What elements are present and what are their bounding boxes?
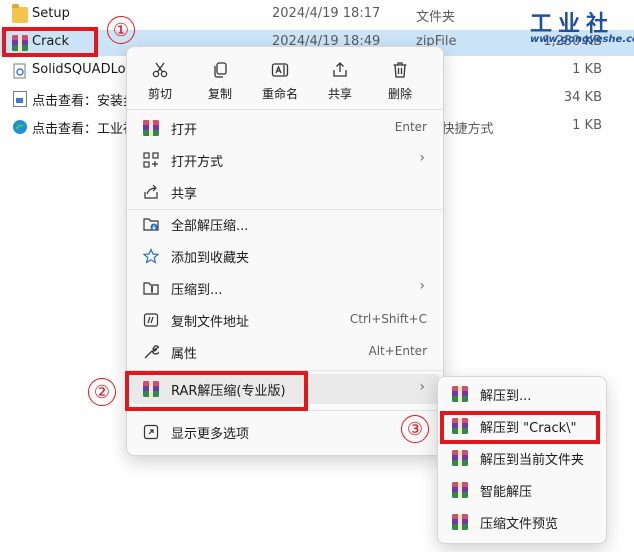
file-name: 点击查看：安装步 xyxy=(32,94,137,109)
rename-button[interactable]: 重命名 xyxy=(251,57,309,113)
rename-icon xyxy=(271,61,289,79)
cut-button[interactable]: 剪切 xyxy=(131,57,189,113)
share-button[interactable]: 共享 xyxy=(311,57,369,113)
menu-item-open[interactable]: 打开 Enter xyxy=(131,113,439,143)
winrar-icon xyxy=(452,482,468,498)
rar-submenu: 解压到... 解压到 "Crack\" 解压到当前文件夹 智能解压 压缩文件预览 xyxy=(437,376,607,544)
winrar-icon xyxy=(452,450,468,466)
highlight-box-extract-crack xyxy=(440,411,600,444)
folder-icon xyxy=(12,4,28,23)
edge-shortcut-icon xyxy=(12,119,28,135)
open-with-icon xyxy=(143,152,159,168)
chevron-right-icon: › xyxy=(419,379,425,395)
share-icon xyxy=(143,184,159,200)
trash-icon xyxy=(391,61,409,79)
winrar-icon xyxy=(452,386,468,402)
menu-item-extract-all[interactable]: 全部解压缩... xyxy=(131,209,439,239)
compress-icon xyxy=(143,280,159,296)
file-type: 文件夹 xyxy=(416,10,456,25)
annotation-step-three: ③ xyxy=(401,415,429,443)
document-icon xyxy=(13,91,27,107)
annotation-step-one: ① xyxy=(107,16,135,44)
chevron-right-icon: › xyxy=(419,150,425,166)
submenu-item-preview[interactable]: 压缩文件预览 xyxy=(442,507,602,537)
submenu-item-smart-extract[interactable]: 智能解压 xyxy=(442,475,602,505)
delete-button[interactable]: 删除 xyxy=(371,57,429,113)
menu-item-share[interactable]: 共享 xyxy=(131,177,439,207)
submenu-item-extract-to[interactable]: 解压到... xyxy=(442,379,602,409)
highlight-box-rar xyxy=(125,371,308,411)
file-date: 2024/4/19 18:17 xyxy=(272,6,381,21)
watermark-url: www.gongyeshe.com xyxy=(530,34,634,45)
file-name: SolidSQUADLoa xyxy=(32,62,134,77)
copy-icon xyxy=(211,61,229,79)
extract-folder-icon xyxy=(143,216,159,232)
file-size: 1 KB xyxy=(572,62,602,77)
menu-item-properties[interactable]: 属性 Alt+Enter xyxy=(131,337,439,367)
menu-item-compress-to[interactable]: 压缩到... › xyxy=(131,273,439,303)
copy-path-icon xyxy=(143,312,159,328)
menu-item-show-more[interactable]: 显示更多选项 xyxy=(131,417,439,447)
show-more-icon xyxy=(143,424,159,440)
star-icon xyxy=(143,248,159,264)
chevron-right-icon: › xyxy=(419,278,425,294)
annotation-step-two: ② xyxy=(88,378,116,406)
config-file-icon xyxy=(12,63,28,79)
winrar-icon xyxy=(143,120,159,136)
file-name: Setup xyxy=(32,6,70,21)
highlight-box-crack xyxy=(2,27,98,57)
wrench-icon xyxy=(143,344,159,360)
copy-button[interactable]: 复制 xyxy=(191,57,249,113)
share-icon xyxy=(331,61,349,79)
file-size: 1 KB xyxy=(572,118,602,133)
submenu-item-extract-here[interactable]: 解压到当前文件夹 xyxy=(442,443,602,473)
file-size: 34 KB xyxy=(563,90,602,105)
winrar-icon xyxy=(452,514,468,530)
menu-item-open-with[interactable]: 打开方式 › xyxy=(131,145,439,175)
scissors-icon xyxy=(151,61,169,79)
menu-item-add-favorites[interactable]: 添加到收藏夹 xyxy=(131,241,439,271)
menu-item-copy-path[interactable]: 复制文件地址 Ctrl+Shift+C xyxy=(131,305,439,335)
file-name: 点击查看：工业社 xyxy=(32,122,137,137)
menu-divider xyxy=(127,109,443,110)
